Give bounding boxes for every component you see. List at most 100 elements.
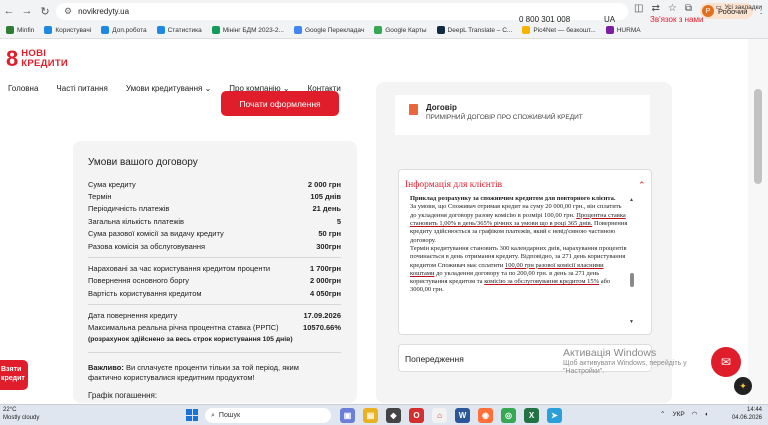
bookmark-label: Google Перекладач xyxy=(304,26,365,34)
condition-row: Періодичність платежів 21 день xyxy=(88,204,341,213)
nav-faq[interactable]: Часті питання xyxy=(56,84,107,93)
document-subtitle: ПРИМІРНИЙ ДОГОВІР ПРО СПОЖИВЧИЙ КРЕДИТ xyxy=(426,114,583,121)
avatar: Р xyxy=(702,5,714,17)
firefox-icon[interactable]: ◉ xyxy=(478,408,493,423)
chrome-icon[interactable]: ◎ xyxy=(501,408,516,423)
schedule-title: Графік погашення: xyxy=(88,391,158,400)
bookmark-item[interactable]: Google Карты xyxy=(374,26,427,34)
info-scrollbar[interactable]: ▲ ▼ xyxy=(629,197,635,325)
divider xyxy=(88,257,341,258)
reload-icon[interactable]: ↻ xyxy=(36,2,54,20)
extensions-icon[interactable]: ⧉ xyxy=(685,3,692,14)
telegram-icon[interactable]: ➤ xyxy=(547,408,562,423)
phone-link[interactable]: 0 800 301 008 xyxy=(519,15,570,24)
bookmark-favicon-icon xyxy=(44,26,53,34)
nav-home[interactable]: Головна xyxy=(8,84,38,93)
bookmark-label: HURMA xyxy=(616,26,641,34)
site-logo[interactable]: 8 НОВІ КРЕДИТИ xyxy=(6,48,68,70)
tray-chevron-icon[interactable]: ⌃ xyxy=(660,410,665,418)
condition-value: 4 050грн xyxy=(309,289,341,298)
bookmark-item[interactable]: Доп.робота xyxy=(101,26,147,34)
bookmarks-bar: Minfin Користувачі Доп.робота Статистика Мін… xyxy=(0,22,768,39)
condition-label: Повернення основного боргу xyxy=(88,276,190,285)
weather-widget[interactable]: 22°C Mostly cloudy xyxy=(3,407,39,423)
condition-row: Максимальна реальна річна процентна став… xyxy=(88,323,341,332)
condition-label: Максимальна реальна річна процентна став… xyxy=(88,323,279,332)
windows-activation-watermark: Активація Windows Щоб активувати Windows… xyxy=(563,347,687,376)
chat-icon[interactable]: ✉ xyxy=(711,347,741,377)
all-bookmarks[interactable]: ▭ Усі закладки xyxy=(715,3,762,12)
pdf-reader-icon[interactable]: ⌂ xyxy=(432,408,447,423)
condition-value: 2 000грн xyxy=(309,276,341,285)
take-credit-side-button[interactable]: Взяти кредит xyxy=(0,360,28,390)
bookmark-item[interactable]: Статистика xyxy=(156,26,202,34)
file-explorer-icon[interactable]: ▤ xyxy=(363,408,378,423)
nav-credit-terms[interactable]: Умови кредитування ⌄ xyxy=(126,84,211,93)
bookmark-item[interactable]: Pic4Net — безкошт... xyxy=(522,26,596,34)
condition-value: 2 000 грн xyxy=(307,180,341,189)
pdf-icon xyxy=(409,104,418,115)
scroll-up-icon[interactable]: ▲ xyxy=(629,197,634,203)
task-view-icon[interactable]: ▣ xyxy=(340,408,355,423)
important-note: Важливо: Ви сплачуєте проценти тільки за… xyxy=(88,363,299,383)
logo-line2: КРЕДИТИ xyxy=(21,58,69,69)
info-scroll-thumb[interactable] xyxy=(630,273,634,287)
bookmark-item[interactable]: Користувачі xyxy=(44,26,91,34)
condition-label: Сума кредиту xyxy=(88,180,136,189)
condition-value: 300грн xyxy=(316,242,341,251)
search-icon: ⌕ xyxy=(211,411,215,419)
bookmark-item[interactable]: DeepL Translate – С... xyxy=(436,26,512,34)
document-title[interactable]: Договір xyxy=(426,103,457,112)
clock[interactable]: 14:44 04.06.2026 xyxy=(728,407,762,423)
condition-label: Разова комісія за обслуговування xyxy=(88,242,206,251)
bookmark-star-icon[interactable]: ☆ xyxy=(668,3,677,14)
condition-value: 105 днів xyxy=(310,192,341,201)
client-info-title[interactable]: Інформація для клієнтів xyxy=(405,180,502,190)
condition-value: 21 день xyxy=(312,204,342,213)
back-icon[interactable]: ← xyxy=(0,2,18,20)
bookmark-favicon-icon xyxy=(156,26,165,34)
condition-value: 17.09.2026 xyxy=(303,311,341,320)
bookmark-item[interactable]: HURMA xyxy=(605,26,641,34)
card-title: Умови вашого договору xyxy=(88,157,198,168)
excel-icon[interactable]: X xyxy=(524,408,539,423)
condition-row: Вартість користування кредитом 4 050грн xyxy=(88,289,341,298)
condition-row: Сума разової комісії за видачу кредиту 50… xyxy=(88,229,341,238)
translate-icon[interactable]: ⇄ xyxy=(651,3,659,14)
sparkle-icon[interactable]: ✦ xyxy=(734,377,752,395)
condition-label: Дата повернення кредиту xyxy=(88,311,178,320)
word-icon[interactable]: W xyxy=(455,408,470,423)
chevron-up-icon[interactable]: ⌃ xyxy=(638,180,646,191)
condition-label: Періодичність платежів xyxy=(88,204,170,213)
bookmark-item[interactable]: Minfin xyxy=(6,26,34,34)
bookmark-favicon-icon xyxy=(605,26,614,34)
wifi-icon[interactable]: ◠ xyxy=(692,410,698,418)
screenshot-icon[interactable]: ◫ xyxy=(634,3,643,14)
bookmark-item[interactable]: Мінінг БДМ 2023-2... xyxy=(211,26,284,34)
page-scrollbar[interactable] xyxy=(748,39,768,404)
condition-row: Термін 105 днів xyxy=(88,192,341,201)
scrollbar-thumb[interactable] xyxy=(754,89,762,184)
condition-label: Вартість користування кредитом xyxy=(88,289,202,298)
opera-icon[interactable]: O xyxy=(409,408,424,423)
tray-lang[interactable]: УКР xyxy=(672,411,684,418)
chevron-down-icon: ⌄ xyxy=(204,83,212,93)
bookmark-item[interactable]: Google Перекладач xyxy=(293,26,365,34)
taskbar-search[interactable]: ⌕ Пошук xyxy=(205,408,331,423)
taskbar: 22°C Mostly cloudy ⌕ Пошук ▣ ▤ ◆ O ⌂ W ◉… xyxy=(0,404,768,425)
start-application-button[interactable]: Почати оформлення xyxy=(221,91,339,116)
site-info-icon[interactable]: ⚙ xyxy=(64,6,72,17)
windows-start-icon[interactable] xyxy=(186,409,198,421)
warnings-title[interactable]: Попередження xyxy=(405,354,464,364)
client-info-text: Приклад розрахунку за споживчим кредитом… xyxy=(410,195,628,294)
volume-icon[interactable]: ◖ xyxy=(704,411,708,418)
bookmark-label: Pic4Net — безкошт... xyxy=(533,26,596,34)
app-icon[interactable]: ◆ xyxy=(386,408,401,423)
language-switch[interactable]: UA xyxy=(604,15,615,24)
condition-row: Сума кредиту 2 000 грн xyxy=(88,180,341,189)
divider xyxy=(88,352,341,353)
forward-icon[interactable]: → xyxy=(18,2,36,20)
scroll-down-icon[interactable]: ▼ xyxy=(629,319,634,325)
contact-us-link[interactable]: Зв'язок з нами xyxy=(650,15,703,24)
condition-row: Загальна кількість платежів 5 xyxy=(88,217,341,226)
